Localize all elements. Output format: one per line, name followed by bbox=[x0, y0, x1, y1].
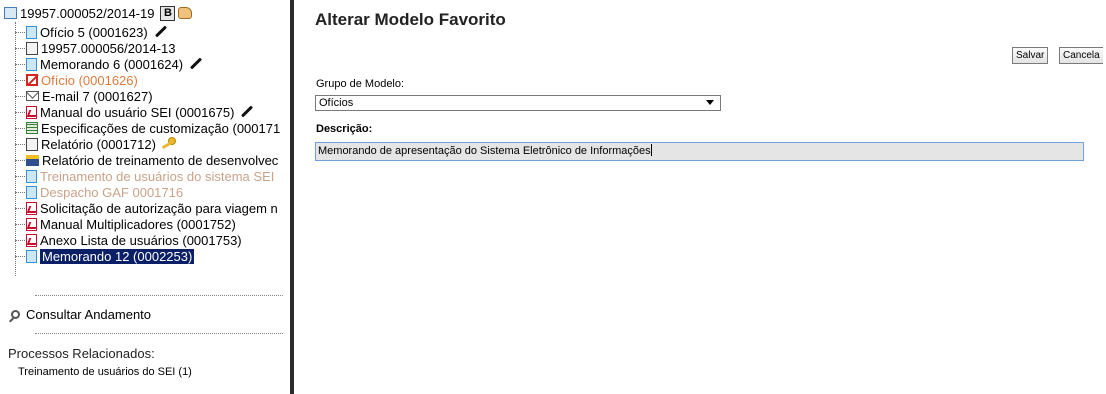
tree-item-label[interactable]: Anexo Lista de usuários (0001753) bbox=[40, 233, 242, 248]
tree-item-label[interactable]: Relatório de treinamento de desenvolvec bbox=[42, 153, 278, 168]
form-panel: Alterar Modelo Favorito Salvar Cancela G… bbox=[294, 0, 1106, 394]
tree-item-label[interactable]: Ofício 5 (0001623) bbox=[40, 25, 148, 40]
tree-item-label[interactable]: Despacho GAF 0001716 bbox=[40, 185, 183, 200]
tree-item-anexo-lista[interactable]: Anexo Lista de usuários (0001753) bbox=[15, 232, 242, 248]
tree-item-label[interactable]: E-mail 7 (0001627) bbox=[42, 89, 153, 104]
tree-item-label[interactable]: Treinamento de usuários do sistema SEI bbox=[40, 169, 274, 184]
magnifier-icon bbox=[11, 310, 20, 319]
tree-item-label[interactable]: Relatório (0001712) bbox=[41, 137, 156, 152]
pencil-icon[interactable] bbox=[154, 24, 167, 38]
dropdown-arrow-icon bbox=[706, 100, 714, 105]
tree-item-label[interactable]: Memorando 12 (0002253) bbox=[40, 248, 195, 264]
tree-item-especificacoes[interactable]: Especificações de customização (000171 bbox=[15, 120, 280, 136]
document-icon bbox=[26, 249, 37, 263]
tree-root-process[interactable]: 19957.000052/2014-19 B bbox=[4, 4, 193, 22]
document-icon bbox=[26, 57, 37, 71]
tree-item-label[interactable]: 19957.000056/2014-13 bbox=[41, 41, 175, 56]
group-select-value: Ofícios bbox=[319, 97, 354, 109]
text-caret bbox=[650, 144, 652, 156]
email-icon bbox=[26, 91, 39, 101]
group-label: Grupo de Modelo: bbox=[316, 78, 405, 90]
process-icon bbox=[4, 7, 17, 19]
process-tree-panel: 19957.000052/2014-19 B Ofício 5 (0001623… bbox=[0, 0, 290, 394]
consult-progress-label[interactable]: Consultar Andamento bbox=[26, 307, 151, 322]
divider bbox=[35, 295, 283, 296]
cancelled-document-icon bbox=[26, 74, 38, 86]
tree-item-memorando-6[interactable]: Memorando 6 (0001624) bbox=[15, 56, 203, 72]
save-button[interactable]: Salvar bbox=[1012, 47, 1049, 64]
pdf-icon bbox=[26, 217, 37, 231]
divider bbox=[35, 333, 283, 334]
pencil-icon[interactable] bbox=[241, 104, 254, 118]
report-icon bbox=[26, 137, 38, 151]
document-icon bbox=[26, 185, 37, 199]
tree-item-solicitacao[interactable]: Solicitação de autorização para viagem n bbox=[15, 200, 278, 216]
tree-item-memorando-12-selected[interactable]: Memorando 12 (0002253) bbox=[15, 248, 195, 264]
description-input[interactable]: Memorando de apresentação do Sistema Ele… bbox=[315, 142, 1084, 161]
tree-item-related-process[interactable]: 19957.000056/2014-13 bbox=[15, 40, 175, 56]
tree-item-label[interactable]: Solicitação de autorização para viagem n bbox=[40, 201, 278, 216]
tree-item-label[interactable]: Especificações de customização (000171 bbox=[41, 121, 280, 136]
document-icon bbox=[26, 169, 37, 183]
related-process-link[interactable]: Treinamento de usuários do SEI (1) bbox=[18, 366, 192, 378]
process-number[interactable]: 19957.000052/2014-19 bbox=[20, 6, 154, 21]
hand-icon[interactable] bbox=[178, 7, 193, 19]
related-processes-title: Processos Relacionados: bbox=[8, 346, 155, 361]
tree-item-manual-multiplicadores[interactable]: Manual Multiplicadores (0001752) bbox=[15, 216, 236, 232]
tree-item-label[interactable]: Manual do usuário SEI (0001675) bbox=[40, 105, 234, 120]
document-icon bbox=[26, 25, 37, 39]
pdf-icon bbox=[26, 105, 37, 119]
consult-progress-link[interactable]: Consultar Andamento bbox=[11, 307, 151, 322]
tree-item-treinamento-usuarios[interactable]: Treinamento de usuários do sistema SEI bbox=[15, 168, 274, 184]
tree-item-email-7[interactable]: E-mail 7 (0001627) bbox=[15, 88, 153, 104]
tree-item-label[interactable]: Memorando 6 (0001624) bbox=[40, 57, 183, 72]
tree-item-relatorio-treinamento[interactable]: Relatório de treinamento de desenvolvec bbox=[15, 152, 278, 168]
cancel-button[interactable]: Cancela bbox=[1059, 47, 1103, 64]
spreadsheet-icon bbox=[26, 122, 38, 134]
description-label: Descrição: bbox=[316, 123, 373, 135]
related-process-icon bbox=[26, 41, 38, 55]
tree-item-manual-usuario[interactable]: Manual do usuário SEI (0001675) bbox=[15, 104, 254, 120]
tree-item-label[interactable]: Ofício (0001626) bbox=[41, 73, 138, 88]
badge-b-icon[interactable]: B bbox=[160, 5, 176, 21]
pencil-icon[interactable] bbox=[190, 56, 203, 70]
save-button-label: Salvar bbox=[1016, 50, 1045, 61]
group-select[interactable]: Ofícios bbox=[315, 95, 721, 111]
pdf-icon bbox=[26, 233, 37, 247]
tree-item-despacho-gaf[interactable]: Despacho GAF 0001716 bbox=[15, 184, 183, 200]
tree-item-oficio-cancelled[interactable]: Ofício (0001626) bbox=[15, 72, 138, 88]
key-icon[interactable] bbox=[162, 137, 176, 147]
pdf-icon bbox=[26, 201, 37, 215]
description-value: Memorando de apresentação do Sistema Ele… bbox=[318, 145, 651, 157]
cancel-button-label: Cancela bbox=[1063, 50, 1100, 61]
tree-item-label[interactable]: Manual Multiplicadores (0001752) bbox=[40, 217, 236, 232]
tree-item-relatorio[interactable]: Relatório (0001712) bbox=[15, 136, 176, 152]
tree-item-oficio-5[interactable]: Ofício 5 (0001623) bbox=[15, 24, 168, 40]
zip-icon bbox=[26, 154, 39, 166]
page-title: Alterar Modelo Favorito bbox=[315, 10, 506, 29]
